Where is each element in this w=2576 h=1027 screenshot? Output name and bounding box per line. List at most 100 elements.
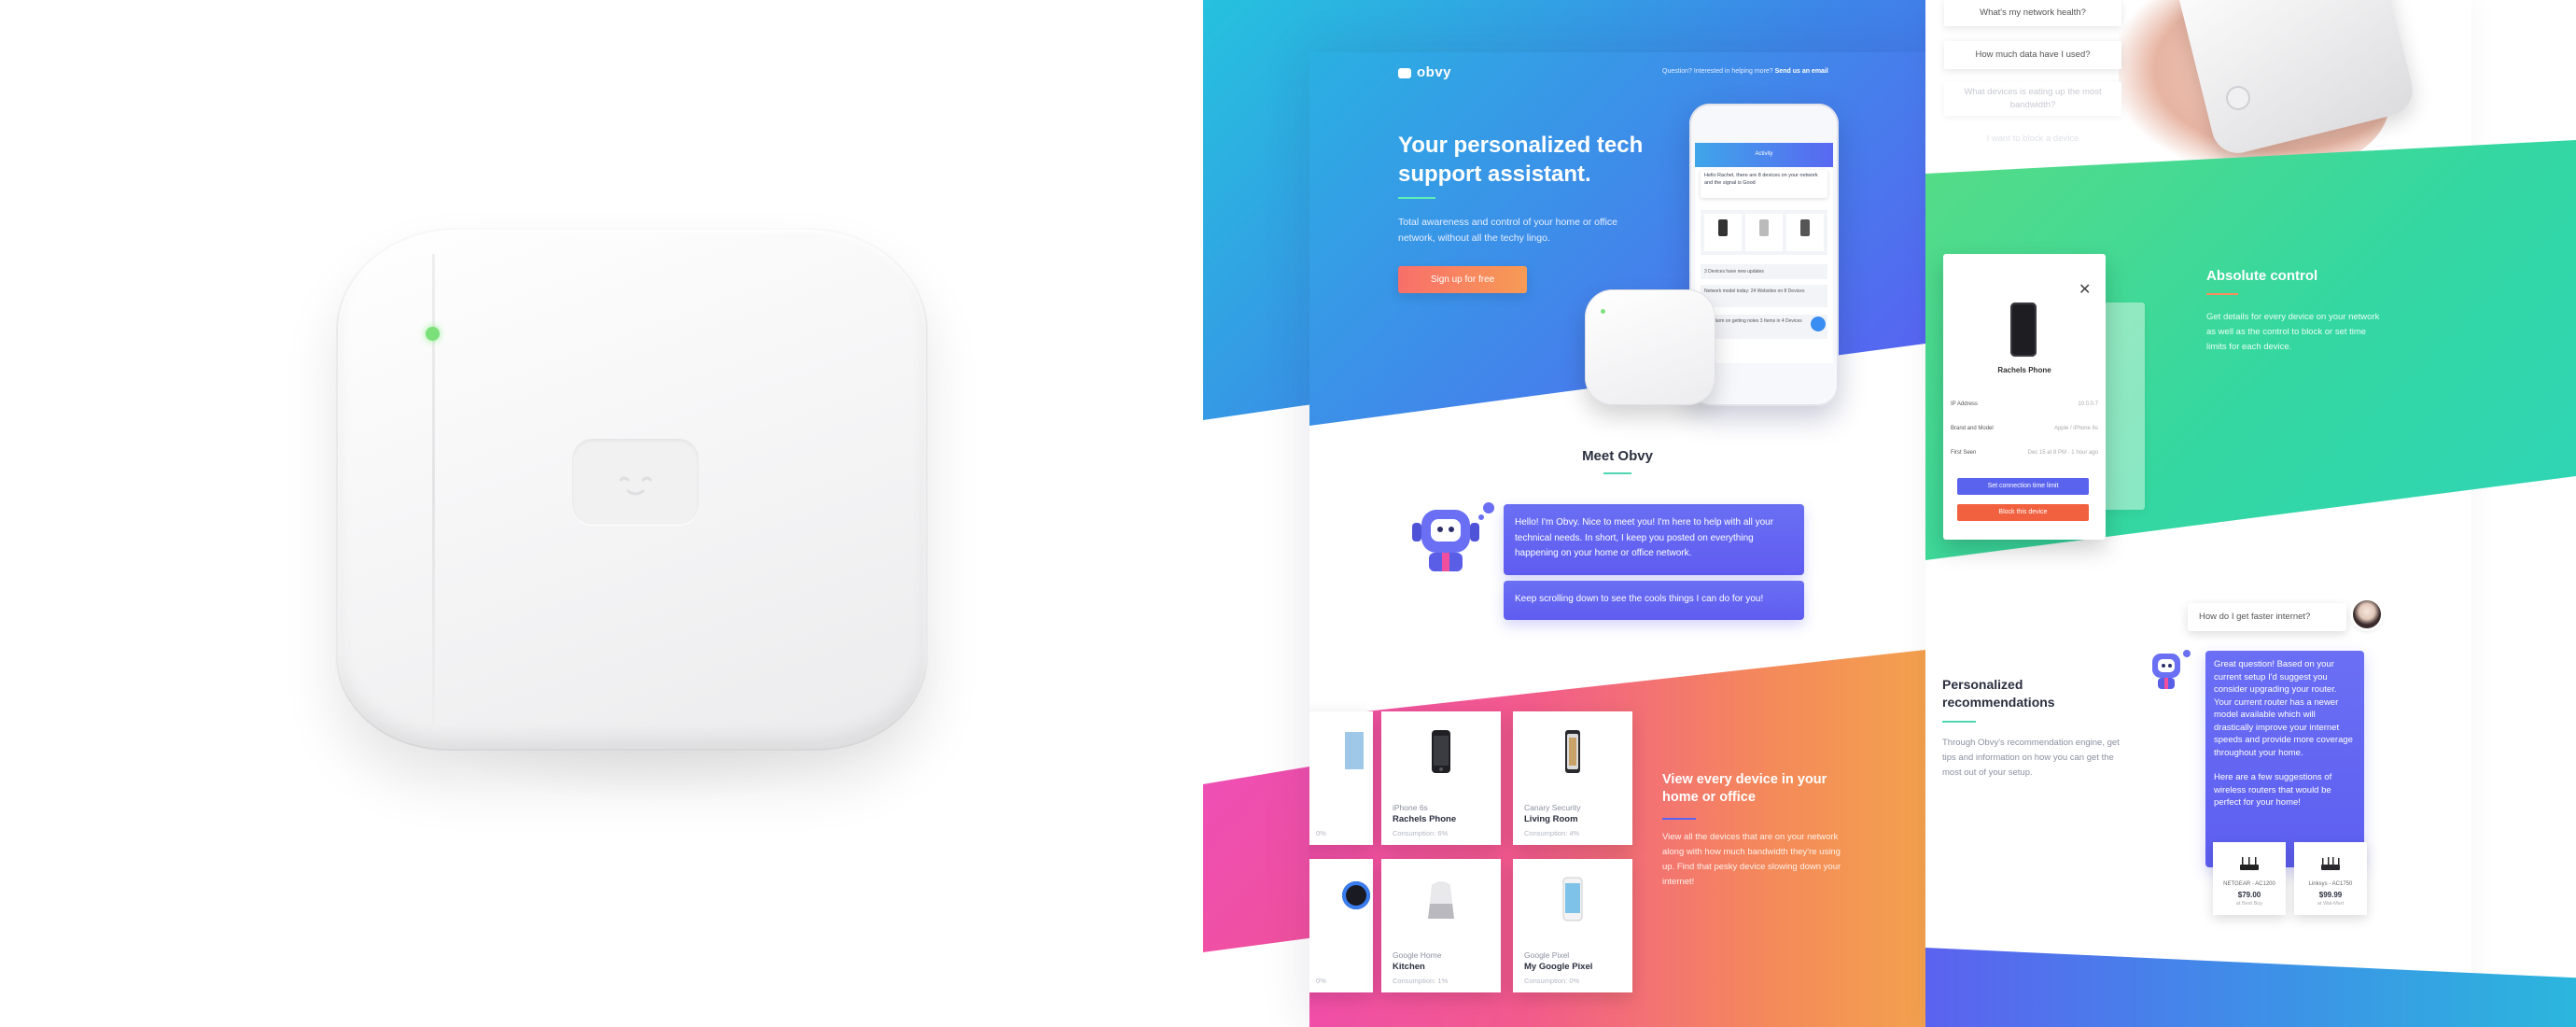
router-icon <box>2240 857 2259 870</box>
nav-question-text: Question? Interested in helping more? <box>1662 68 1773 75</box>
view-devices-subtitle: View all the devices that are on your ne… <box>1662 832 1841 887</box>
device-card-kitchen[interactable]: Google Home Kitchen Consumption: 1% <box>1381 859 1501 992</box>
user-avatar <box>2353 600 2381 628</box>
iphone-icon <box>1432 730 1450 773</box>
recommendations-divider <box>1942 721 1976 723</box>
modal-row-first-seen: First Seen Dec 15 at 8 PM · 1 hour ago <box>1951 450 2098 456</box>
router-card-netgear[interactable]: NETGEAR - AC1200 $79.00 at Best Buy <box>2213 842 2286 915</box>
set-time-limit-button[interactable]: Set connection time limit <box>1957 478 2089 495</box>
card-category: Google Pixel <box>1524 950 1570 960</box>
router-name: NETGEAR - AC1200 <box>2223 881 2275 887</box>
answer-paragraph: Here are a few suggestions of wireless r… <box>2214 772 2332 808</box>
card-name: Rachels Phone <box>1393 814 1457 824</box>
row-label: First Seen <box>1951 450 1977 456</box>
router-card-linksys[interactable]: Linksys - AC1750 $99.99 at Wal-Mart <box>2294 842 2367 915</box>
tablet-icon <box>1345 732 1364 769</box>
suggested-question[interactable]: How much data have I used? <box>1944 41 2121 69</box>
device-logo-icon <box>572 439 699 525</box>
absolute-control-title: Absolute control <box>2206 268 2318 284</box>
row-label: Brand and Model <box>1951 426 1994 431</box>
obvy-intro-bubble: Hello! I'm Obvy. Nice to meet you! I'm h… <box>1504 504 1804 575</box>
row-value: Apple / iPhone 6s <box>2053 426 2098 431</box>
suggested-question[interactable]: I want to block a device <box>1944 127 2121 151</box>
view-devices-divider <box>1662 818 1696 820</box>
smile-icon <box>619 476 652 496</box>
google-home-icon <box>1428 881 1454 919</box>
phone-alarm-row: Tell alarm on getting notes 3 Items in 4… <box>1701 315 1827 339</box>
router-price: $79.00 <box>2237 891 2261 899</box>
absolute-control-subtitle: Get details for every device on your net… <box>2206 312 2380 352</box>
logo-text[interactable]: obvy <box>1417 64 1451 80</box>
chat-fab-icon[interactable] <box>1811 317 1826 331</box>
thermostat-icon <box>1342 881 1370 909</box>
modal-row-ip: IP Address 10.0.0.7 <box>1951 401 2098 407</box>
user-question-bubble: How do I get faster internet? <box>2188 603 2346 631</box>
obvy-answer-bubble: Great question! Based on your current se… <box>2205 651 2364 867</box>
card-name: My Google Pixel <box>1524 962 1593 972</box>
card-consumption: Consumption: 4% <box>1524 829 1580 837</box>
home-button-icon <box>2226 86 2250 110</box>
phone-usage-row: Network model today: 24 Websites on 8 De… <box>1701 285 1827 307</box>
card-consumption: Consumption: 1% <box>1393 977 1449 985</box>
phone-device-thumbs <box>1704 214 1824 251</box>
row-value: 10.0.0.7 <box>2078 401 2098 407</box>
row-label: IP Address <box>1951 401 1978 407</box>
nav-question: Question? Interested in helping more? Se… <box>1662 68 1828 75</box>
router-store: at Wal-Mart <box>2317 901 2345 907</box>
status-led-icon <box>426 327 440 341</box>
email-link[interactable]: Send us an email <box>1775 68 1828 75</box>
hero-divider <box>1398 197 1435 199</box>
card-consumption: 0% <box>1316 977 1326 985</box>
meet-divider <box>1603 472 1631 474</box>
device-card-partial[interactable]: 0% <box>1309 859 1373 992</box>
device-card-rachels-phone[interactable]: iPhone 6s Rachels Phone Consumption: 6% <box>1381 711 1501 845</box>
canary-camera-icon <box>1565 730 1580 773</box>
device-card-partial[interactable]: 0% <box>1309 711 1373 845</box>
card-category: iPhone 6s <box>1393 803 1428 812</box>
recommendations-title: Personalized recommendations <box>1942 677 2055 710</box>
mini-device-image <box>1585 289 1715 405</box>
landing-pink-accent <box>1203 766 1315 952</box>
card-category: Google Home <box>1393 950 1442 960</box>
meet-title: Meet Obvy <box>1582 448 1653 464</box>
card-consumption: Consumption: 6% <box>1393 829 1449 837</box>
card-name: Kitchen <box>1393 962 1425 972</box>
obvy-robot-icon <box>2152 650 2191 689</box>
device-card-living-room[interactable]: Canary Security Living Room Consumption:… <box>1513 711 1632 845</box>
signup-button[interactable]: Sign up for free <box>1398 266 1527 293</box>
block-device-button[interactable]: Block this device <box>1957 504 2089 521</box>
iphone-icon <box>2010 302 2037 357</box>
modal-row-brand: Brand and Model Apple / iPhone 6s <box>1951 426 2098 431</box>
phone-updates-row: 3 Devices have new updates <box>1701 264 1827 279</box>
modal-device-name: Rachels Phone <box>1997 366 2051 374</box>
phone-screen: Activity Hello Rachel, there are 8 devic… <box>1695 143 1833 363</box>
hero-subtitle: Total awareness and control of your home… <box>1398 217 1618 244</box>
device-card-google-pixel[interactable]: Google Pixel My Google Pixel Consumption… <box>1513 859 1632 992</box>
card-name: Living Room <box>1524 814 1578 824</box>
phone-greeting: Hello Rachel, there are 8 devices on you… <box>1701 170 1827 198</box>
router-price: $99.99 <box>2318 891 2343 899</box>
device-seam <box>432 254 435 730</box>
obvy-robot-icon <box>1412 502 1494 571</box>
row-value: Dec 15 at 8 PM · 1 hour ago <box>2027 450 2098 456</box>
absolute-control-divider <box>2206 293 2238 295</box>
card-category: Canary Security <box>1524 803 1581 812</box>
answer-paragraph: Great question! Based on your current se… <box>2214 659 2353 758</box>
router-icon <box>2321 857 2340 870</box>
landing-page: obvy Question? Interested in helping mor… <box>1309 52 1925 1027</box>
card-consumption: 0% <box>1316 829 1326 837</box>
mini-device-led-icon <box>1601 309 1605 314</box>
view-devices-title: View every device in your home or office <box>1662 772 1827 805</box>
router-name: Linksys - AC1750 <box>2308 881 2353 887</box>
card-consumption: Consumption: 0% <box>1524 977 1580 985</box>
suggested-question[interactable]: What devices is eating up the most bandw… <box>1944 82 2121 116</box>
router-store: at Best Buy <box>2235 901 2263 907</box>
phone-title: Activity <box>1755 151 1773 157</box>
pixel-phone-icon <box>1562 877 1583 921</box>
obvy-scroll-bubble: Keep scrolling down to see the cools thi… <box>1504 581 1804 620</box>
obvy-logo-icon[interactable] <box>1398 68 1411 78</box>
phone-device-grid <box>1701 210 1827 255</box>
suggested-question[interactable]: What's my network health? <box>1944 0 2121 26</box>
hero-title: Your personalized tech support assistant… <box>1398 133 1644 187</box>
close-icon[interactable]: ✕ <box>2079 280 2091 299</box>
